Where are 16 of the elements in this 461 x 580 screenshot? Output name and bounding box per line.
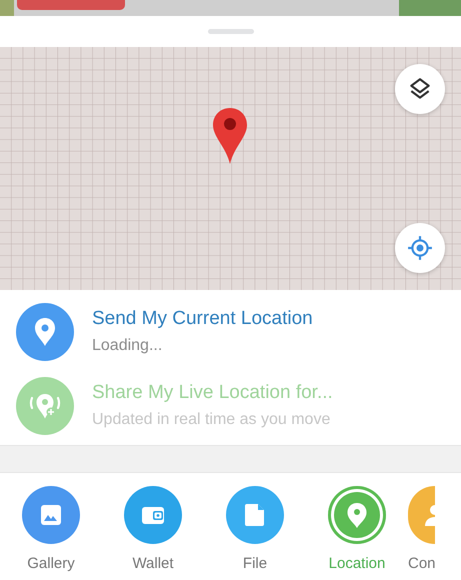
attach-tab[interactable]: File xyxy=(204,486,306,576)
person-icon xyxy=(425,504,435,526)
location-option[interactable]: Send My Current Location Loading... xyxy=(0,295,461,369)
option-title: Share My Live Location for... xyxy=(92,381,333,405)
locate-icon xyxy=(407,235,433,261)
option-title: Send My Current Location xyxy=(92,307,313,331)
option-subtitle: Loading... xyxy=(92,336,164,356)
map-pin-icon xyxy=(212,107,248,165)
attach-tab[interactable]: Gallery xyxy=(0,486,102,576)
attach-tab[interactable]: Wallet xyxy=(102,486,204,576)
attach-tab[interactable]: Location xyxy=(306,486,408,576)
location-pin-icon xyxy=(33,317,57,347)
option-subtitle: Updated in real time as you move xyxy=(92,410,332,430)
image-icon xyxy=(38,502,64,528)
live-location-icon xyxy=(28,391,62,421)
drag-handle[interactable] xyxy=(208,29,254,34)
